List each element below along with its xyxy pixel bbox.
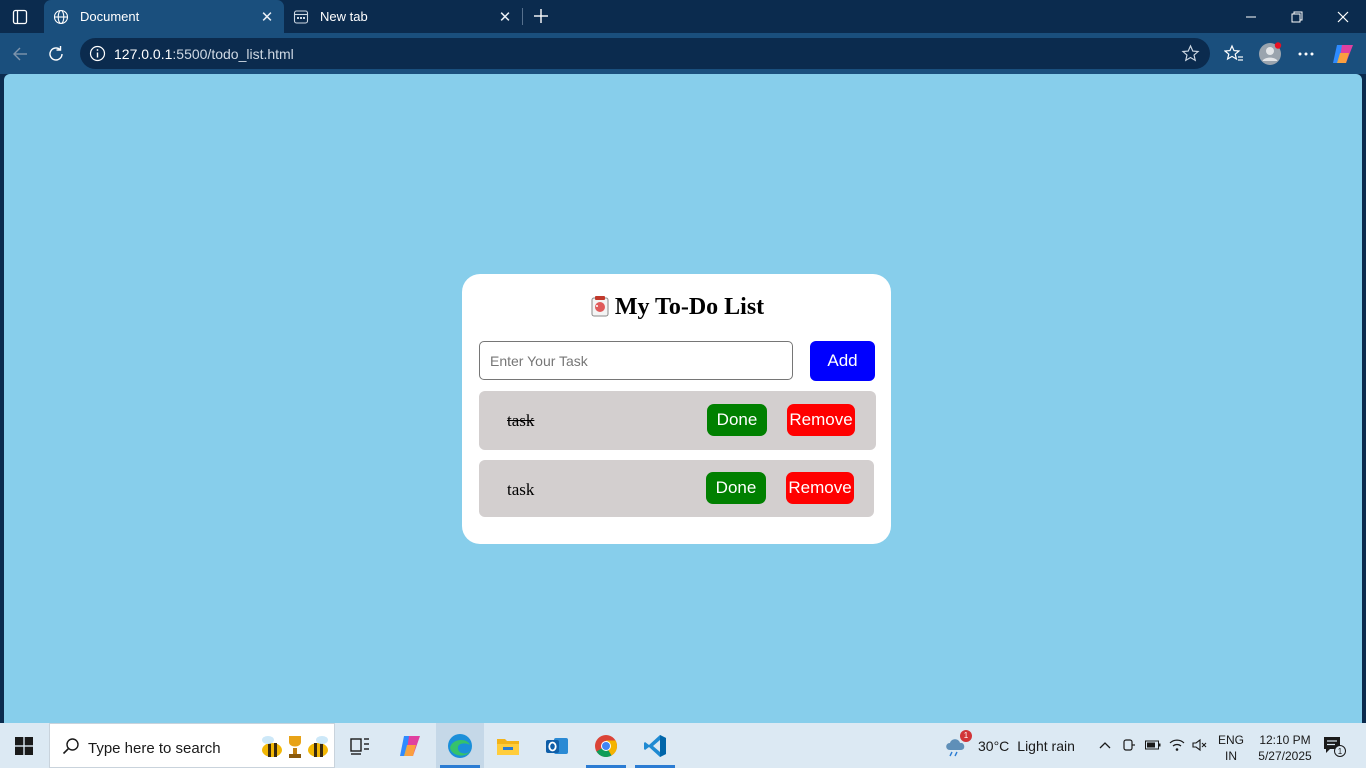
- notepad-icon: [589, 295, 611, 317]
- tab-new-tab[interactable]: New tab ✕: [284, 0, 522, 33]
- tab-label: Document: [80, 9, 140, 24]
- title-text: My To-Do List: [614, 294, 765, 320]
- page-title: My To-Do List: [462, 294, 891, 321]
- remove-button[interactable]: Remove: [786, 472, 854, 504]
- search-icon: [62, 737, 80, 755]
- todo-card: My To-Do List Add task Done Remove task …: [462, 274, 891, 544]
- minimize-icon[interactable]: [1228, 0, 1274, 33]
- url-text: 127.0.0.1:5500/todo_list.html: [114, 46, 294, 62]
- more-options-icon[interactable]: [1293, 41, 1319, 67]
- task-text: task: [507, 411, 535, 430]
- globe-icon: [52, 8, 70, 26]
- outlook-icon[interactable]: [533, 723, 581, 768]
- chrome-icon[interactable]: [582, 723, 630, 768]
- done-button[interactable]: Done: [706, 472, 766, 504]
- notifications-icon[interactable]: 1: [1322, 735, 1346, 757]
- clock-time: 12:10 PM: [1259, 733, 1311, 747]
- task-view-icon[interactable]: [336, 723, 384, 768]
- close-tab-icon[interactable]: ✕: [256, 6, 278, 28]
- tab-divider: [522, 8, 523, 25]
- search-placeholder: Type here to search: [88, 740, 221, 757]
- url-path: :5500/todo_list.html: [172, 46, 294, 62]
- clock-date: 5/27/2025: [1258, 749, 1312, 763]
- url-host: 127.0.0.1: [114, 46, 173, 62]
- weather-alert-badge: 1: [960, 729, 972, 742]
- browser-toolbar: 127.0.0.1:5500/todo_list.html: [0, 33, 1366, 74]
- add-task-button[interactable]: Add: [810, 341, 875, 381]
- chevron-up-icon[interactable]: [1096, 735, 1114, 755]
- restore-icon[interactable]: [1274, 0, 1320, 33]
- language-code: ENG: [1217, 733, 1244, 747]
- edge-icon[interactable]: [436, 723, 484, 768]
- system-clock[interactable]: 12:10 PM 5/27/2025: [1252, 732, 1318, 764]
- windows-start-icon[interactable]: [0, 723, 48, 768]
- back-icon[interactable]: [7, 41, 33, 67]
- region-code: IN: [1225, 749, 1237, 763]
- wifi-icon[interactable]: [1168, 735, 1186, 755]
- done-button[interactable]: Done: [707, 404, 767, 436]
- battery-icon[interactable]: [1144, 735, 1162, 755]
- copilot-app-icon[interactable]: [386, 723, 434, 768]
- language-indicator[interactable]: ENG IN: [1216, 732, 1246, 764]
- close-window-icon[interactable]: [1320, 0, 1366, 33]
- weather-condition: Light rain: [1017, 737, 1075, 754]
- refresh-icon[interactable]: [43, 41, 69, 67]
- task-row: task Done Remove: [479, 460, 874, 517]
- browser-tab-bar: Document ✕ New tab ✕: [0, 0, 1366, 33]
- tab-document[interactable]: Document ✕: [44, 0, 284, 33]
- rain-cloud-icon: 1: [944, 729, 972, 758]
- favorite-star-icon[interactable]: [1181, 44, 1200, 63]
- profile-avatar[interactable]: [1257, 41, 1283, 67]
- weather-temperature: 30°C: [978, 737, 1010, 754]
- page-viewport: My To-Do List Add task Done Remove task …: [4, 74, 1362, 723]
- task-input[interactable]: [479, 341, 793, 380]
- notification-count: 1: [1338, 747, 1343, 756]
- address-bar[interactable]: 127.0.0.1:5500/todo_list.html: [80, 38, 1210, 69]
- task-row: task Done Remove: [479, 391, 876, 450]
- tab-actions-icon[interactable]: [10, 7, 30, 27]
- copilot-icon[interactable]: [1330, 41, 1356, 67]
- taskbar-search-box[interactable]: Type here to search: [49, 723, 335, 768]
- meet-now-icon[interactable]: [1120, 735, 1138, 755]
- site-info-icon[interactable]: [89, 45, 106, 62]
- search-highlight-bees-icon: [258, 732, 332, 762]
- file-explorer-icon[interactable]: [484, 723, 532, 768]
- close-tab-icon[interactable]: ✕: [494, 6, 516, 28]
- task-text: task: [507, 480, 535, 499]
- favorites-icon[interactable]: [1221, 41, 1247, 67]
- windows-taskbar: Type here to search 1 30°C Light rain EN…: [0, 723, 1366, 768]
- weather-widget[interactable]: 1 30°C Light rain: [944, 723, 1079, 768]
- new-tab-button[interactable]: [530, 5, 552, 27]
- remove-button[interactable]: Remove: [787, 404, 855, 436]
- volume-muted-icon[interactable]: [1191, 735, 1209, 755]
- new-tab-page-icon: [292, 8, 310, 26]
- tab-label: New tab: [320, 9, 368, 24]
- vscode-icon[interactable]: [631, 723, 679, 768]
